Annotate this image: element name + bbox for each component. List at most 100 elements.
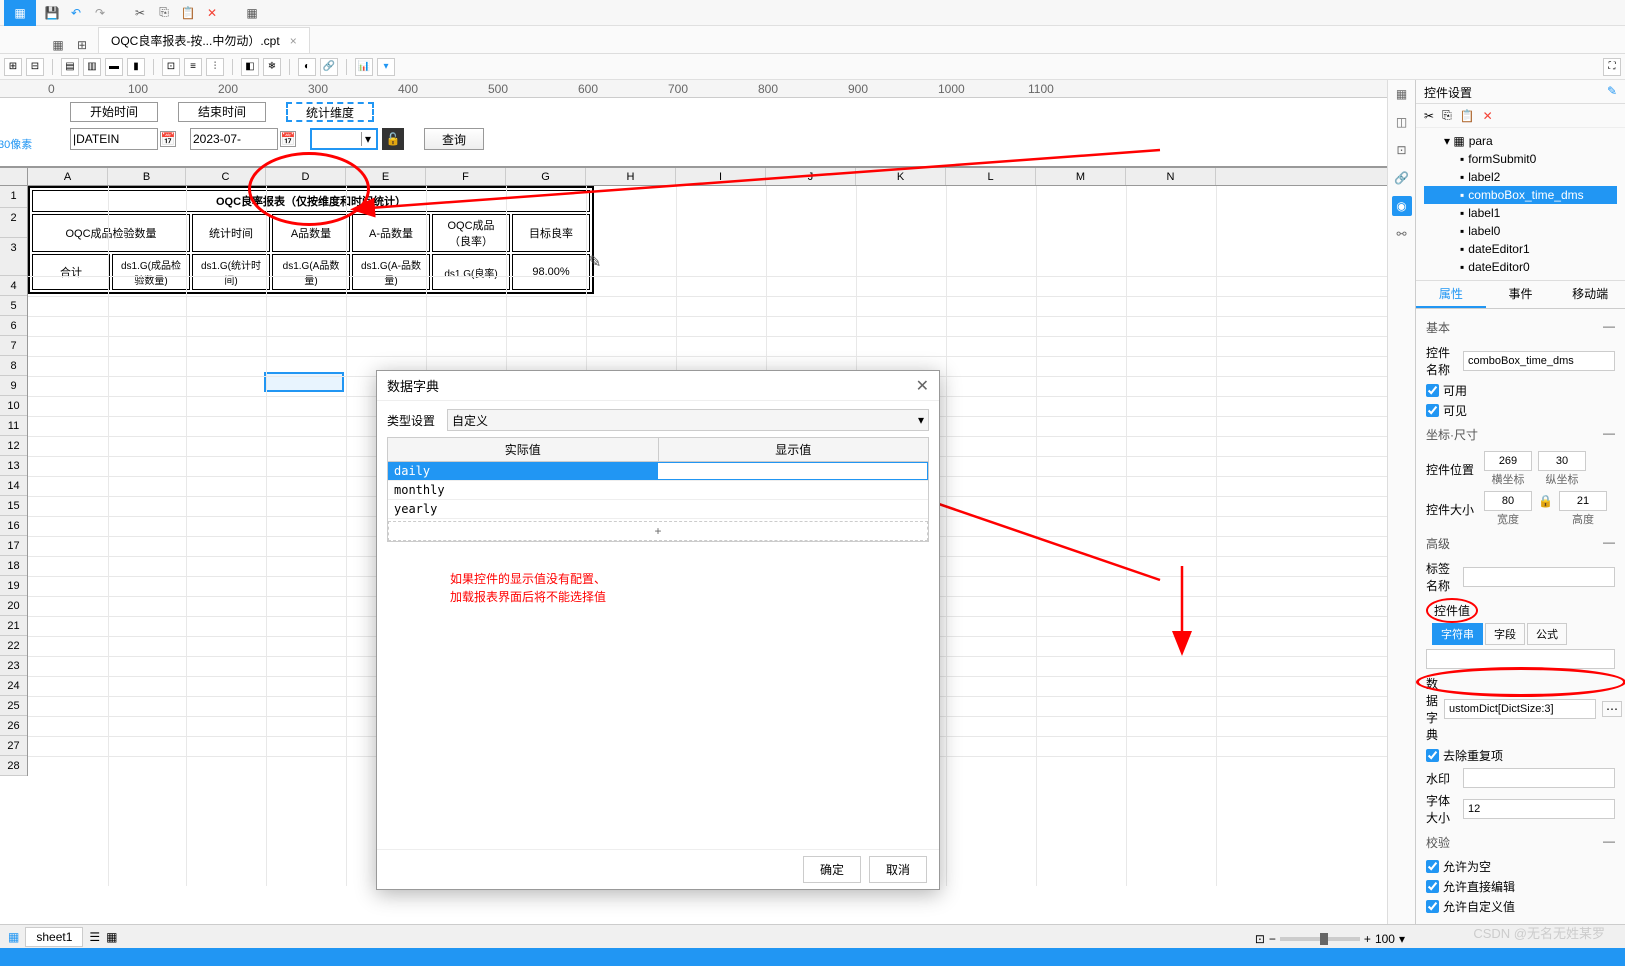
redo-icon[interactable]: ↷ <box>92 5 108 21</box>
split-icon[interactable]: ⊟ <box>26 58 44 76</box>
sheet-list-icon[interactable]: ▦ <box>106 930 117 944</box>
fit-icon[interactable]: ⊡ <box>1255 932 1265 946</box>
visible-checkbox[interactable]: 可见 <box>1426 402 1615 419</box>
add-sheet-icon[interactable]: ▦ <box>8 930 19 944</box>
link-side-icon[interactable]: 🔗 <box>1392 168 1412 188</box>
chart-icon[interactable]: 📊 <box>355 58 373 76</box>
allow-custom-checkbox[interactable]: 允许自定义值 <box>1426 898 1615 915</box>
query-button[interactable]: 查询 <box>424 128 484 150</box>
label-start-time[interactable]: 开始时间 <box>70 102 158 122</box>
datein-input[interactable]: |DATEIN <box>70 128 158 150</box>
calendar-icon-2[interactable]: 📅 <box>280 131 296 147</box>
widget-icon[interactable]: ◫ <box>1392 112 1412 132</box>
delete-icon-2[interactable]: ✕ <box>1483 109 1493 123</box>
size-h-input[interactable] <box>1559 491 1607 511</box>
table-icon[interactable]: ▦ <box>244 5 260 21</box>
cond-icon[interactable]: ◐ <box>298 58 316 76</box>
label-end-time[interactable]: 结束时间 <box>178 102 266 122</box>
pos-y-input[interactable] <box>1538 451 1586 471</box>
watermark-input[interactable] <box>1463 768 1615 788</box>
del-col-icon[interactable]: ▮ <box>127 58 145 76</box>
lock-icon[interactable]: 🔓 <box>382 128 404 150</box>
edit-icon[interactable]: ✎ <box>588 252 601 272</box>
form-design-area[interactable]: 30像素 开始时间 结束时间 统计维度 |DATEIN 📅 2023-07- 📅… <box>0 98 1387 168</box>
tree-item-label0[interactable]: ▪label0 <box>1424 222 1617 240</box>
dict-more-icon[interactable]: ⋯ <box>1602 701 1622 717</box>
tree-item-dateEditor0[interactable]: ▪dateEditor0 <box>1424 258 1617 276</box>
tree-item-formSubmit0[interactable]: ▪formSubmit0 <box>1424 150 1617 168</box>
dropdown-icon[interactable]: ▾ <box>377 58 395 76</box>
dict-row-daily[interactable]: daily <box>388 462 928 481</box>
link-icon[interactable]: 🔗 <box>320 58 338 76</box>
copy-icon[interactable]: ⎘ <box>156 5 172 21</box>
dict-row-yearly[interactable]: yearly <box>388 500 928 519</box>
panel-edit-icon[interactable]: ✎ <box>1607 84 1617 99</box>
date-end-input[interactable]: 2023-07- <box>190 128 278 150</box>
merge-icon[interactable]: ⊞ <box>4 58 22 76</box>
selected-cell[interactable] <box>264 372 344 392</box>
sheet-tab[interactable]: sheet1 <box>25 927 83 947</box>
tab-event[interactable]: 事件 <box>1486 281 1556 308</box>
cut-icon[interactable]: ✂ <box>132 5 148 21</box>
cut-icon-2[interactable]: ✂ <box>1424 109 1434 123</box>
expand-icon[interactable]: ⛶ <box>1603 58 1621 76</box>
save-icon[interactable]: 💾 <box>44 5 60 21</box>
delete-icon[interactable]: ✕ <box>204 5 220 21</box>
float-icon[interactable]: ◧ <box>241 58 259 76</box>
dict-row-monthly[interactable]: monthly <box>388 481 928 500</box>
label-dimension[interactable]: 统计维度 <box>286 102 374 122</box>
zoom-in-icon[interactable]: + <box>1364 932 1371 946</box>
tag-input[interactable] <box>1463 567 1615 587</box>
align-icon[interactable]: ≡ <box>184 58 202 76</box>
cell-icon[interactable]: ▦ <box>1392 84 1412 104</box>
allow-edit-checkbox[interactable]: 允许直接编辑 <box>1426 878 1615 895</box>
del-row-icon[interactable]: ▬ <box>105 58 123 76</box>
type-setting-select[interactable]: 自定义▾ <box>447 409 929 431</box>
ok-button[interactable]: 确定 <box>803 856 861 883</box>
sheet-menu-icon[interactable]: ☰ <box>89 930 100 944</box>
calendar-icon[interactable]: 📅 <box>160 131 176 147</box>
cancel-button[interactable]: 取消 <box>869 856 927 883</box>
size-w-input[interactable] <box>1484 491 1532 511</box>
dict-input[interactable] <box>1444 699 1596 719</box>
zoom-out-icon[interactable]: − <box>1269 932 1276 946</box>
val-input[interactable] <box>1426 649 1615 669</box>
allow-empty-checkbox[interactable]: 允许为空 <box>1426 858 1615 875</box>
valtype-formula[interactable]: 公式 <box>1527 623 1567 645</box>
dialog-close-icon[interactable]: ✕ <box>916 376 929 396</box>
pos-x-input[interactable] <box>1484 451 1532 471</box>
valtype-string[interactable]: 字符串 <box>1432 623 1483 645</box>
freeze-icon[interactable]: ❄ <box>263 58 281 76</box>
tree-item-dateEditor1[interactable]: ▪dateEditor1 <box>1424 240 1617 258</box>
file-tab[interactable]: OQC良率报表-按...中勿动）.cpt × <box>98 27 310 53</box>
zoom-slider[interactable] <box>1280 937 1360 941</box>
insert-col-icon[interactable]: ▥ <box>83 58 101 76</box>
layout-icon[interactable]: ⊞ <box>74 37 90 53</box>
tree-item-label2[interactable]: ▪label2 <box>1424 168 1617 186</box>
copy-icon-2[interactable]: ⎘ <box>1442 108 1452 123</box>
chain-icon[interactable]: ⚯ <box>1392 224 1412 244</box>
combo-dimension[interactable]: ▾ <box>310 128 378 150</box>
valtype-field[interactable]: 字段 <box>1485 623 1525 645</box>
component-tree[interactable]: ▾ ▦para ▪formSubmit0▪label2▪comboBox_tim… <box>1416 128 1625 281</box>
tab-attr[interactable]: 属性 <box>1416 281 1486 308</box>
cond-attr-icon[interactable]: ⊡ <box>1392 140 1412 160</box>
tab-mobile[interactable]: 移动端 <box>1555 281 1625 308</box>
paste-icon[interactable]: 📋 <box>180 5 196 21</box>
grid-icon[interactable]: ▦ <box>50 37 66 53</box>
zoom-dropdown-icon[interactable]: ▾ <box>1399 932 1405 946</box>
tree-item-comboBox_time_dms[interactable]: ▪comboBox_time_dms <box>1424 186 1617 204</box>
dict-add-row[interactable]: + <box>388 521 928 541</box>
name-input[interactable] <box>1463 351 1615 371</box>
paste-icon-2[interactable]: 📋 <box>1460 109 1475 123</box>
component-icon[interactable]: ◉ <box>1392 196 1412 216</box>
border-icon[interactable]: ⊡ <box>162 58 180 76</box>
insert-row-icon[interactable]: ▤ <box>61 58 79 76</box>
valign-icon[interactable]: ⫶ <box>206 58 224 76</box>
tree-item-label1[interactable]: ▪label1 <box>1424 204 1617 222</box>
undo-icon[interactable]: ↶ <box>68 5 84 21</box>
enable-checkbox[interactable]: 可用 <box>1426 382 1615 399</box>
dedup-checkbox[interactable]: 去除重复项 <box>1426 747 1615 764</box>
tab-close-icon[interactable]: × <box>290 34 297 48</box>
fontsize-input[interactable] <box>1463 799 1615 819</box>
